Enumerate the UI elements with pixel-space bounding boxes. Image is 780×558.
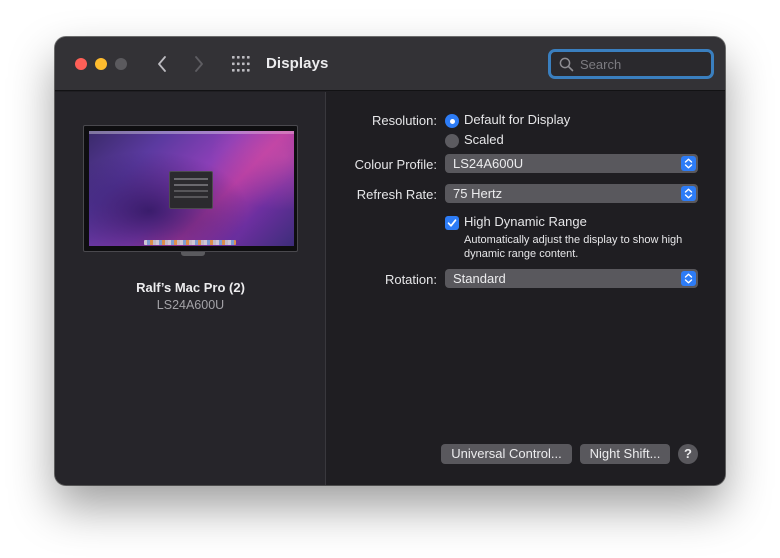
chevron-left-icon [158, 56, 166, 72]
night-shift-button[interactable]: Night Shift... [580, 444, 670, 464]
search-icon [559, 57, 574, 72]
refresh-rate-value: 75 Hertz [453, 186, 503, 201]
display-sidebar: Ralf’s Mac Pro (2) LS24A600U [55, 92, 326, 485]
display-model: LS24A600U [156, 298, 225, 312]
title-bar: Displays [55, 37, 725, 91]
resolution-scaled-label[interactable]: Scaled [464, 132, 504, 147]
colour-profile-value: LS24A600U [453, 156, 524, 171]
resolution-scaled-radio[interactable] [445, 134, 459, 148]
colour-profile-label: Colour Profile: [354, 157, 437, 172]
preview-dock [144, 240, 236, 245]
updown-chevron-icon [681, 271, 696, 286]
close-button[interactable] [75, 58, 87, 70]
refresh-rate-popup[interactable]: 75 Hertz [445, 184, 698, 203]
monitor-frame [83, 125, 298, 252]
show-all-button[interactable] [231, 55, 251, 73]
hdr-description: Automatically adjust the display to show… [464, 234, 683, 260]
search-field[interactable] [548, 49, 714, 79]
rotation-popup[interactable]: Standard [445, 269, 698, 288]
grid-icon [232, 56, 250, 72]
display-thumbnail[interactable] [83, 125, 298, 256]
forward-button[interactable] [189, 52, 211, 76]
updown-chevron-icon [681, 186, 696, 201]
back-button[interactable] [152, 52, 174, 76]
help-button[interactable]: ? [678, 444, 698, 464]
search-input[interactable] [580, 55, 705, 73]
minimize-button[interactable] [95, 58, 107, 70]
checkmark-icon [447, 219, 457, 227]
desktop-wallpaper-preview [89, 131, 294, 246]
preview-window [169, 171, 213, 209]
resolution-default-label[interactable]: Default for Display [464, 112, 570, 127]
window-title: Displays [266, 55, 329, 72]
monitor-stand [181, 252, 205, 256]
colour-profile-popup[interactable]: LS24A600U [445, 154, 698, 173]
resolution-default-radio[interactable] [445, 114, 459, 128]
updown-chevron-icon [681, 156, 696, 171]
rotation-value: Standard [453, 271, 506, 286]
chevron-right-icon [195, 56, 203, 72]
resolution-label: Resolution: [371, 113, 437, 128]
display-settings-panel: Resolution: Default for Display Scaled C… [327, 92, 725, 485]
hdr-checkbox[interactable] [445, 216, 459, 230]
displays-window: Displays Ralf’s Mac Pro (2) LS2 [55, 37, 725, 485]
zoom-button[interactable] [115, 58, 127, 70]
rotation-label: Rotation: [384, 272, 437, 287]
display-name: Ralf’s Mac Pro (2) [136, 280, 245, 295]
universal-control-button[interactable]: Universal Control... [441, 444, 572, 464]
hdr-label[interactable]: High Dynamic Range [464, 214, 587, 229]
refresh-rate-label: Refresh Rate: [356, 187, 437, 202]
